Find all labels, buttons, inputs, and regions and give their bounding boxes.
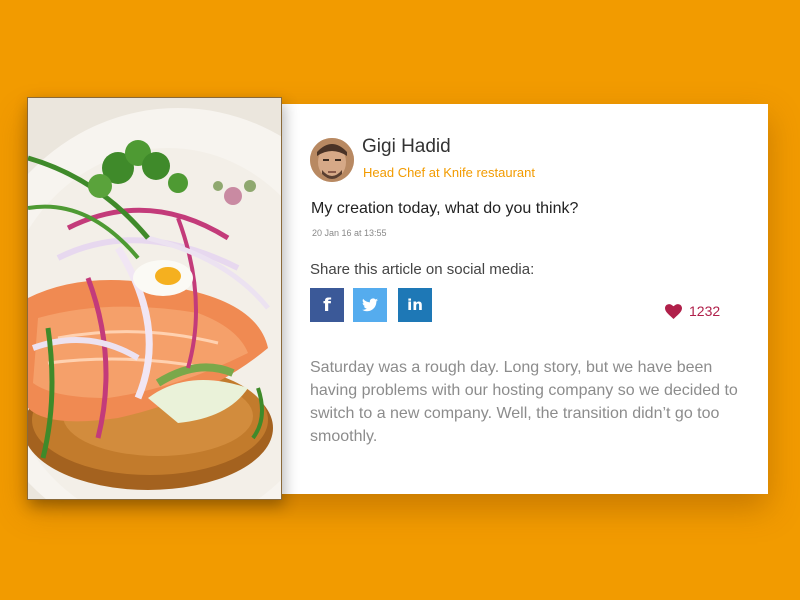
linkedin-share-button[interactable]: in bbox=[398, 288, 432, 322]
facebook-icon: f bbox=[323, 294, 331, 316]
twitter-share-button[interactable] bbox=[353, 288, 387, 322]
linkedin-icon: in bbox=[407, 296, 423, 314]
post-timestamp: 20 Jan 16 at 13:55 bbox=[312, 228, 387, 238]
food-photo bbox=[27, 97, 282, 500]
author-name[interactable]: Gigi Hadid bbox=[362, 136, 451, 158]
author-role[interactable]: Head Chef at Knife restaurant bbox=[363, 165, 535, 180]
twitter-icon bbox=[362, 298, 378, 312]
share-label: Share this article on social media: bbox=[310, 261, 535, 278]
like-button[interactable]: 1232 bbox=[665, 303, 720, 319]
avatar[interactable] bbox=[310, 138, 354, 182]
post-text: My creation today, what do you think? bbox=[311, 200, 579, 217]
like-count: 1232 bbox=[689, 303, 721, 319]
facebook-share-button[interactable]: f bbox=[310, 288, 344, 322]
heart-icon bbox=[665, 303, 682, 319]
post-excerpt: Saturday was a rough day. Long story, bu… bbox=[310, 359, 738, 445]
